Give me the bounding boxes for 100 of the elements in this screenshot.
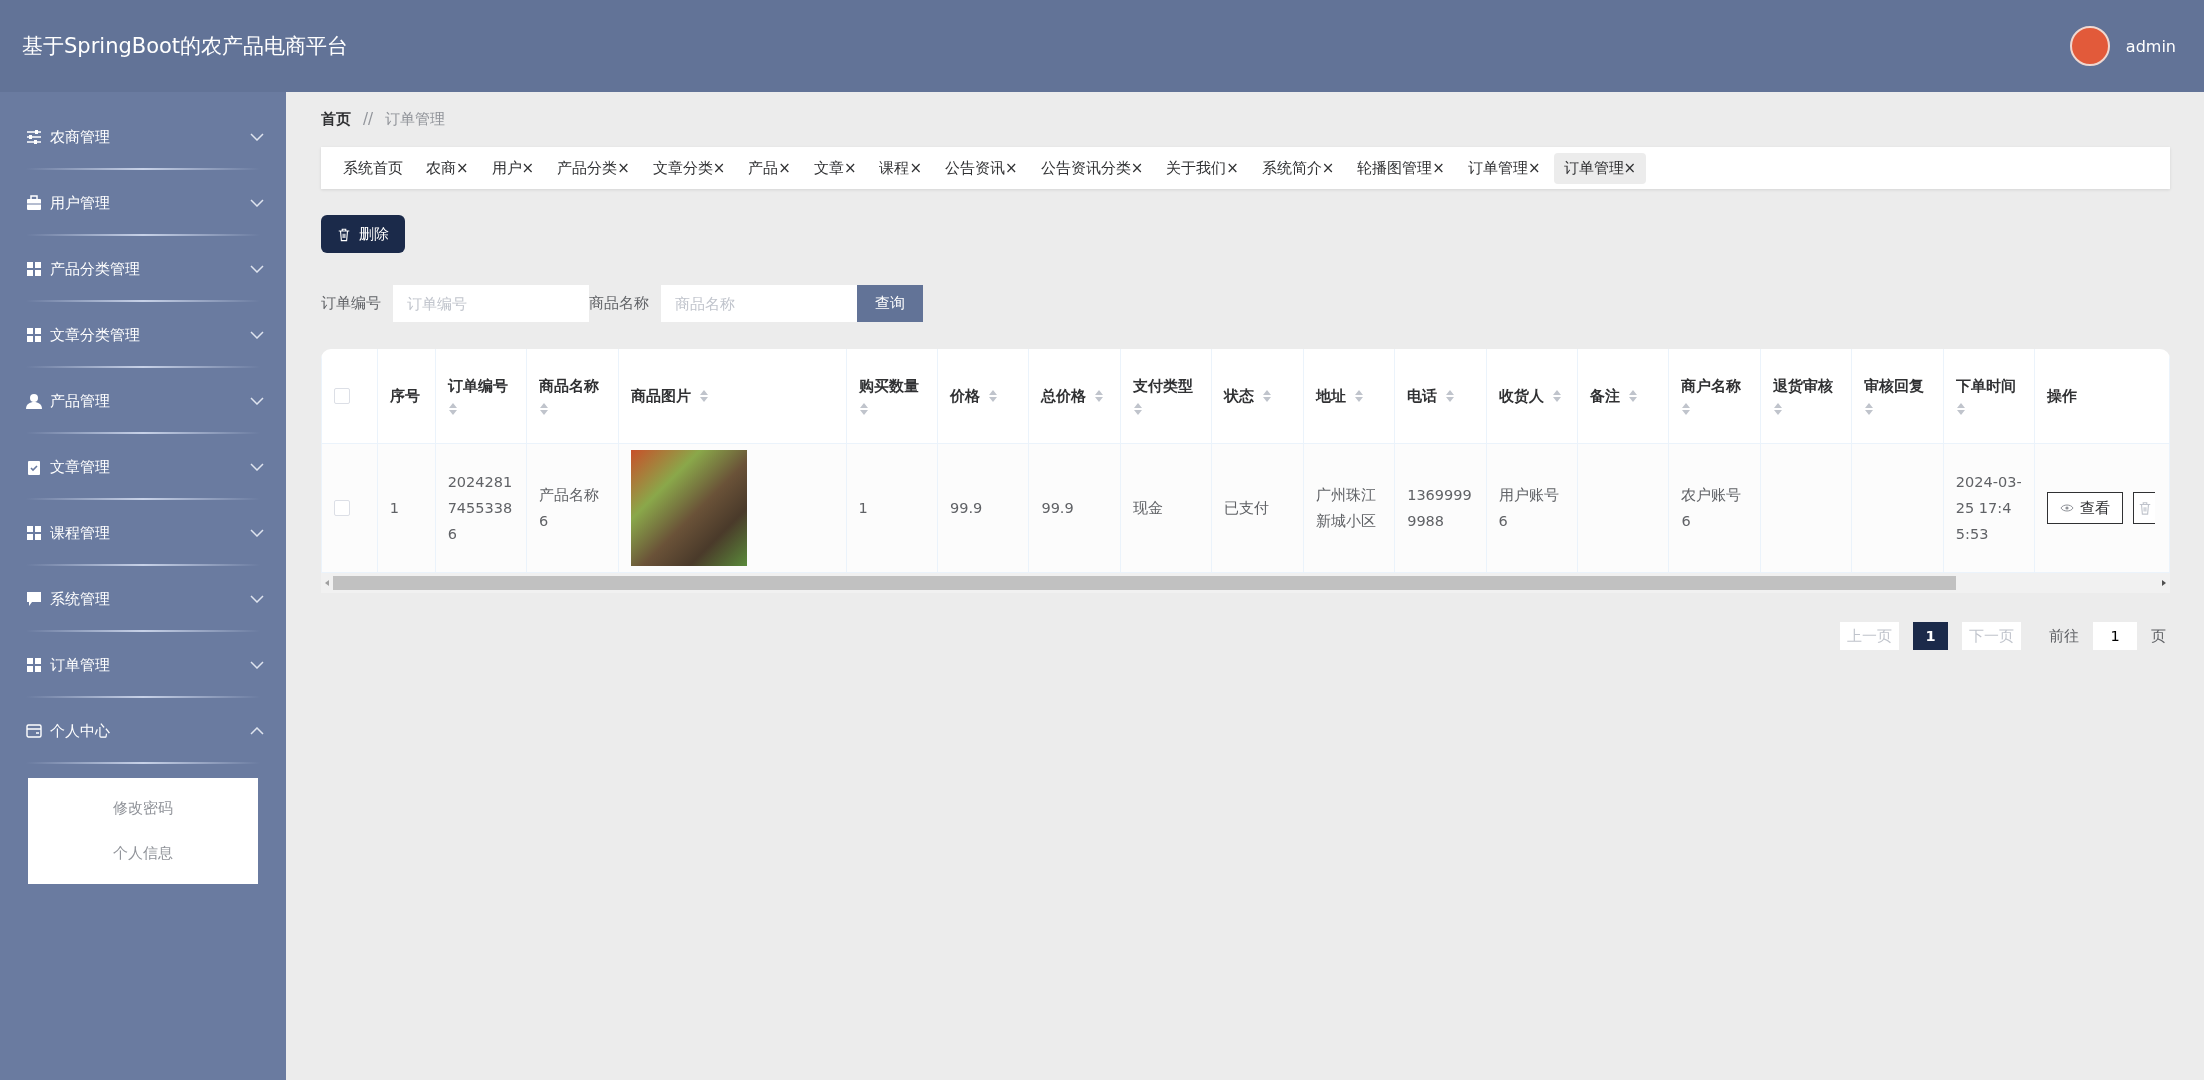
sort-icon[interactable] <box>1864 401 1875 416</box>
tab[interactable]: 公告资讯分类× <box>1030 152 1154 184</box>
sort-icon[interactable] <box>447 401 458 416</box>
column-header: 价格 <box>950 386 980 406</box>
table-cell: 用户账号6 <box>1498 486 1559 529</box>
tab[interactable]: 订单管理× <box>1553 152 1647 184</box>
tab[interactable]: 关于我们× <box>1156 152 1249 184</box>
avatar[interactable] <box>2069 26 2110 66</box>
column-header: 商户名称 <box>1681 376 1742 396</box>
column-header: 下单时间 <box>1955 376 2016 396</box>
table-cell: 产品名称6 <box>539 486 600 529</box>
column-header: 支付类型 <box>1132 376 1193 396</box>
tab[interactable]: 订单管理× <box>1457 152 1551 184</box>
delete-button[interactable] <box>2133 492 2156 524</box>
table-cell: 2024-03-25 17:45:53 <box>1955 473 2022 543</box>
field-label: 商品名称 <box>589 294 649 313</box>
sort-icon[interactable] <box>1551 389 1562 403</box>
trash-icon <box>337 226 351 242</box>
sidebar-menu-item[interactable]: 产品管理 <box>26 391 264 411</box>
tab[interactable]: 用户× <box>481 152 545 184</box>
view-button[interactable]: 查看 <box>2047 492 2124 524</box>
sort-icon[interactable] <box>1353 389 1364 403</box>
tab[interactable]: 农商× <box>416 152 479 184</box>
delete-button[interactable]: 删除 <box>321 215 405 253</box>
tab[interactable]: 系统首页 <box>333 152 413 184</box>
table-cell: 99.9 <box>950 499 983 516</box>
sort-icon[interactable] <box>1628 389 1639 403</box>
sliders-icon <box>26 129 42 145</box>
goto-label: 前往 <box>2049 626 2079 646</box>
grid-icon <box>26 261 42 277</box>
clipboard-check-icon <box>26 459 42 475</box>
table-cell: 1 <box>389 499 400 516</box>
sort-icon[interactable] <box>1772 401 1783 416</box>
grid-icon <box>26 657 42 673</box>
page-number[interactable]: 1 <box>1913 622 1948 650</box>
person-icon <box>26 393 42 409</box>
briefcase-icon <box>26 195 42 211</box>
column-header: 审核回复 <box>1864 376 1925 396</box>
sidebar-menu-item[interactable]: 个人中心 <box>26 721 264 741</box>
select-all-checkbox[interactable] <box>334 388 350 404</box>
search-field[interactable]: 订单编号 <box>393 285 589 322</box>
search-field[interactable]: 商品名称 <box>661 285 857 322</box>
sidebar-menu-item[interactable]: 文章管理 <box>26 457 264 477</box>
sidebar-menu-item[interactable]: 农商管理 <box>26 127 264 147</box>
tab[interactable]: 课程× <box>869 152 933 184</box>
column-header: 备注 <box>1590 386 1621 406</box>
column-header: 状态 <box>1224 386 1255 406</box>
column-header: 序号 <box>389 386 420 406</box>
sort-icon[interactable] <box>1262 389 1273 403</box>
sort-icon[interactable] <box>698 389 709 403</box>
sort-icon[interactable] <box>1132 401 1143 416</box>
tab[interactable]: 公告资讯× <box>935 152 1028 184</box>
sort-icon[interactable] <box>1681 401 1692 416</box>
column-header: 购买数量 <box>858 376 919 396</box>
sidebar-menu-item[interactable]: 文章分类管理 <box>26 325 264 345</box>
column-header: 地址 <box>1315 386 1346 406</box>
app-title: 基于SpringBoot的农产品电商平台 <box>22 33 349 60</box>
sort-icon[interactable] <box>1445 389 1456 403</box>
table-cell: 1 <box>858 499 868 516</box>
row-checkbox[interactable] <box>334 500 350 516</box>
table-cell: 现金 <box>1132 499 1163 516</box>
table-cell: 20242817455338 6 <box>447 473 513 543</box>
sidebar-menu-item[interactable]: 用户管理 <box>26 193 264 213</box>
field-label: 订单编号 <box>321 294 381 313</box>
column-header: 电话 <box>1407 386 1438 406</box>
table-cell: 广州珠江新城小区 <box>1315 486 1376 529</box>
sort-icon[interactable] <box>539 401 550 416</box>
scrollbar-thumb[interactable] <box>333 576 1956 590</box>
tab[interactable]: 产品分类× <box>547 152 640 184</box>
table-cell: 13699999988 <box>1407 486 1472 529</box>
tab[interactable]: 文章分类× <box>642 152 736 184</box>
column-header: 操作 <box>2047 386 2078 406</box>
sidebar-menu-item[interactable]: 产品分类管理 <box>26 259 264 279</box>
sort-icon[interactable] <box>988 389 998 403</box>
column-header: 总价格 <box>1041 386 1087 406</box>
breadcrumb-separator: // <box>363 110 374 128</box>
tab[interactable]: 文章× <box>803 152 867 184</box>
tab[interactable]: 产品× <box>738 152 801 184</box>
grid-icon <box>26 327 42 343</box>
sort-icon[interactable] <box>858 401 869 416</box>
sidebar-menu-item[interactable]: 系统管理 <box>26 589 264 609</box>
column-header: 退货审核 <box>1772 376 1833 396</box>
horizontal-scrollbar[interactable] <box>321 573 2170 593</box>
username[interactable]: admin <box>2125 36 2176 56</box>
sort-icon[interactable] <box>1094 389 1105 403</box>
search-button[interactable]: 查询 <box>857 285 923 322</box>
column-header: 商品名称 <box>539 376 600 396</box>
table-cell: 已支付 <box>1224 499 1270 516</box>
card-icon <box>26 723 42 739</box>
tab[interactable]: 系统简介× <box>1251 152 1345 184</box>
breadcrumb-item[interactable]: 首页 <box>321 109 351 129</box>
column-header: 商品图片 <box>630 386 691 406</box>
tab[interactable]: 轮播图管理× <box>1347 152 1455 184</box>
sort-icon[interactable] <box>1955 401 1966 416</box>
table-cell: 农户账号6 <box>1681 486 1742 529</box>
sidebar-menu-item[interactable]: 课程管理 <box>26 523 264 543</box>
page-unit-label: 页 <box>2151 626 2166 646</box>
sidebar-menu-item[interactable]: 订单管理 <box>26 655 264 675</box>
page-input[interactable]: 1 <box>2093 622 2137 650</box>
grid-icon <box>26 525 42 541</box>
